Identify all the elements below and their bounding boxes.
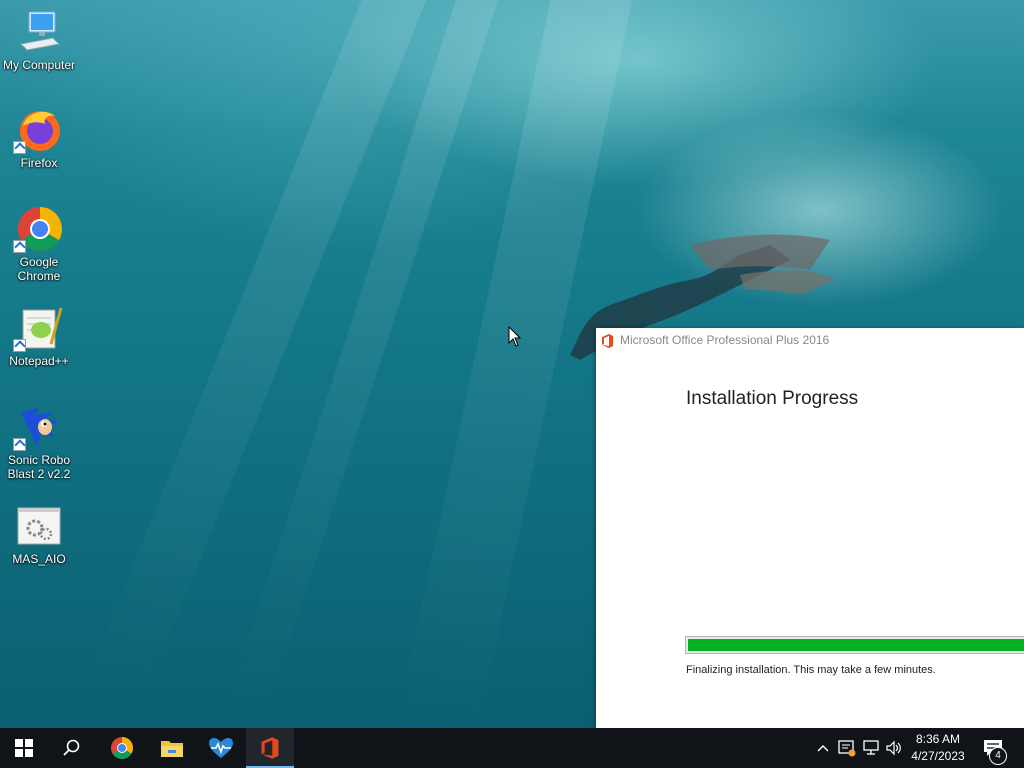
office-icon <box>261 737 279 759</box>
taskbar-file-explorer-button[interactable] <box>148 728 196 768</box>
desktop-icon-firefox[interactable]: Firefox <box>2 106 76 170</box>
desktop-icon-notepadpp[interactable]: Notepad++ <box>2 304 76 368</box>
taskbar-activity-button[interactable] <box>197 728 245 768</box>
shortcut-arrow-icon <box>13 141 26 154</box>
mouse-cursor-icon <box>508 326 522 347</box>
taskbar-clock[interactable]: 8:36 AM 4/27/2023 <box>905 731 971 765</box>
heartbeat-icon <box>209 738 233 758</box>
installer-title: Microsoft Office Professional Plus 2016 <box>620 333 830 347</box>
taskbar-office-setup-button[interactable] <box>246 728 294 768</box>
desktop-icon-mas-aio[interactable]: MAS_AIO <box>2 502 76 566</box>
notepadpp-icon <box>13 304 63 352</box>
desktop-icon-label: Google Chrome <box>17 255 61 283</box>
desktop-icon-my-computer[interactable]: My Computer <box>2 8 76 72</box>
folder-icon <box>161 741 183 757</box>
firefox-icon <box>13 106 63 154</box>
shortcut-arrow-icon <box>13 438 26 451</box>
chevron-up-icon <box>817 745 829 752</box>
search-icon <box>63 739 80 756</box>
chrome-icon <box>13 205 63 253</box>
desktop-icon-label: Notepad++ <box>9 354 69 368</box>
action-center-button[interactable]: 4 <box>980 728 1024 768</box>
taskbar-chrome-button[interactable] <box>98 728 146 768</box>
tray-network-button[interactable] <box>862 738 880 758</box>
clock-date: 4/27/2023 <box>911 749 965 763</box>
shortcut-arrow-icon <box>13 339 26 352</box>
installer-titlebar[interactable]: Microsoft Office Professional Plus 2016 <box>596 328 1024 352</box>
notification-count-badge: 4 <box>989 747 1007 765</box>
chrome-icon <box>111 737 133 759</box>
desktop: My Computer Firefox Google Chrome Notepa… <box>0 0 1024 728</box>
installation-status-text: Finalizing installation. This may take a… <box>686 664 936 676</box>
tray-volume-button[interactable] <box>885 738 903 758</box>
windows-logo-icon <box>15 739 33 757</box>
desktop-icon-label: My Computer <box>2 58 76 72</box>
show-hidden-icons-button[interactable] <box>815 738 831 758</box>
start-button[interactable] <box>0 728 48 768</box>
shortcut-arrow-icon <box>13 240 26 253</box>
tray-security-button[interactable] <box>838 738 856 758</box>
office-icon <box>602 334 613 348</box>
volume-icon <box>886 740 901 756</box>
taskbar: 8:36 AM 4/27/2023 4 <box>0 728 1024 768</box>
office-installer-window: Microsoft Office Professional Plus 2016 … <box>596 328 1024 728</box>
computer-icon <box>15 8 63 56</box>
desktop-icon-label: MAS_AIO <box>12 552 66 566</box>
desktop-icon-sonic[interactable]: Sonic Robo Blast 2 v2.2 <box>2 403 76 481</box>
desktop-icon-label: Firefox <box>20 156 58 170</box>
search-button[interactable] <box>48 728 96 768</box>
clock-time: 8:36 AM <box>915 732 961 746</box>
sonic-icon <box>13 403 63 451</box>
security-alert-icon <box>838 740 856 757</box>
desktop-icon-label: Sonic Robo Blast 2 v2.2 <box>7 453 71 481</box>
progress-bar-fill <box>688 639 1024 651</box>
desktop-icon-chrome[interactable]: Google Chrome <box>2 205 76 283</box>
network-icon <box>863 740 879 755</box>
installation-progress-heading: Installation Progress <box>686 388 859 409</box>
installation-progress-bar <box>685 636 1024 654</box>
batch-script-icon <box>15 502 63 550</box>
